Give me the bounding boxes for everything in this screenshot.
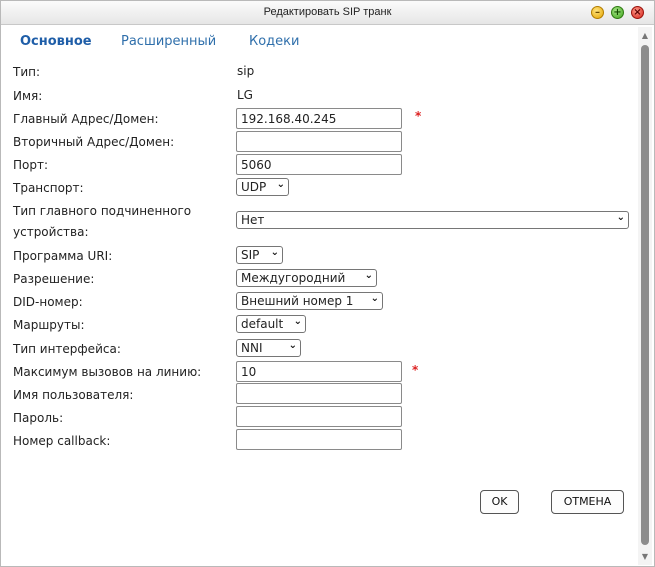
port-input[interactable]: 5060 xyxy=(236,154,402,175)
chevron-down-icon: ⌄ xyxy=(276,179,285,190)
vertical-scrollbar[interactable]: ▲ ▼ xyxy=(638,27,652,565)
did-value: Внешний номер 1 xyxy=(241,294,354,308)
primary-address-label: Главный Адрес/Домен: xyxy=(13,112,159,126)
name-label: Имя: xyxy=(13,89,43,103)
chevron-down-icon: ⌄ xyxy=(288,340,297,351)
permission-value: Междугородний xyxy=(241,271,346,285)
interface-type-label: Тип интерфейса: xyxy=(13,342,121,356)
window-title: Редактировать SIP транк xyxy=(263,6,392,18)
slave-type-label-line1: Тип главного подчиненного xyxy=(13,204,192,218)
interface-type-select[interactable]: NNI ⌄ xyxy=(236,339,301,357)
did-select[interactable]: Внешний номер 1 ⌄ xyxy=(236,292,383,310)
chevron-down-icon: ⌄ xyxy=(370,293,379,304)
routes-select[interactable]: default ⌄ xyxy=(236,315,306,333)
chevron-down-icon: ⌄ xyxy=(364,270,373,281)
tab-bar: Основное Расширенный Кодеки xyxy=(1,25,641,57)
callback-input[interactable] xyxy=(236,429,402,450)
uri-scheme-select[interactable]: SIP ⌄ xyxy=(236,246,283,264)
tab-codecs[interactable]: Кодеки xyxy=(249,34,299,49)
chevron-down-icon: ⌄ xyxy=(293,316,302,327)
max-calls-input[interactable]: 10 xyxy=(236,361,402,382)
username-label: Имя пользователя: xyxy=(13,388,134,402)
close-icon[interactable]: × xyxy=(631,6,644,19)
chevron-down-icon: ⌄ xyxy=(616,212,625,223)
max-calls-label: Максимум вызовов на линию: xyxy=(13,365,202,379)
uri-scheme-value: SIP xyxy=(241,248,260,262)
slave-type-value: Нет xyxy=(241,213,265,227)
title-bar[interactable]: Редактировать SIP транк – + × xyxy=(1,1,654,25)
secondary-address-label: Вторичный Адрес/Домен: xyxy=(13,135,175,149)
tab-basic[interactable]: Основное xyxy=(20,34,92,49)
uri-scheme-label: Программа URI: xyxy=(13,249,113,263)
routes-label: Маршруты: xyxy=(13,318,85,332)
username-input[interactable] xyxy=(236,383,402,404)
secondary-address-input[interactable] xyxy=(236,131,402,152)
did-label: DID-номер: xyxy=(13,295,83,309)
transport-value: UDP xyxy=(241,180,267,194)
cancel-button[interactable]: ОТМЕНА xyxy=(551,490,624,514)
routes-value: default xyxy=(241,317,284,331)
minimize-icon[interactable]: – xyxy=(591,6,604,19)
scroll-down-icon[interactable]: ▼ xyxy=(638,552,652,561)
transport-label: Транспорт: xyxy=(13,181,84,195)
slave-type-label-line2: устройства: xyxy=(13,225,89,239)
slave-type-select[interactable]: Нет ⌄ xyxy=(236,211,629,229)
transport-select[interactable]: UDP ⌄ xyxy=(236,178,289,196)
tab-advanced[interactable]: Расширенный xyxy=(121,34,216,49)
callback-label: Номер callback: xyxy=(13,434,111,448)
type-label: Тип: xyxy=(13,65,41,79)
edit-sip-trunk-dialog: Редактировать SIP транк – + × Основное Р… xyxy=(0,0,655,567)
maximize-icon[interactable]: + xyxy=(611,6,624,19)
chevron-down-icon: ⌄ xyxy=(270,247,279,258)
password-input[interactable] xyxy=(236,406,402,427)
scroll-up-icon[interactable]: ▲ xyxy=(638,31,652,40)
name-value: LG xyxy=(237,88,253,102)
required-marker: * xyxy=(415,109,422,123)
port-label: Порт: xyxy=(13,158,49,172)
scrollbar-thumb[interactable] xyxy=(641,45,649,545)
interface-type-value: NNI xyxy=(241,341,263,355)
primary-address-input[interactable]: 192.168.40.245 xyxy=(236,108,402,129)
permission-select[interactable]: Междугородний ⌄ xyxy=(236,269,377,287)
type-value: sip xyxy=(237,64,255,78)
required-marker: * xyxy=(412,363,419,377)
password-label: Пароль: xyxy=(13,411,64,425)
permission-label: Разрешение: xyxy=(13,272,95,286)
ok-button[interactable]: OK xyxy=(480,490,519,514)
